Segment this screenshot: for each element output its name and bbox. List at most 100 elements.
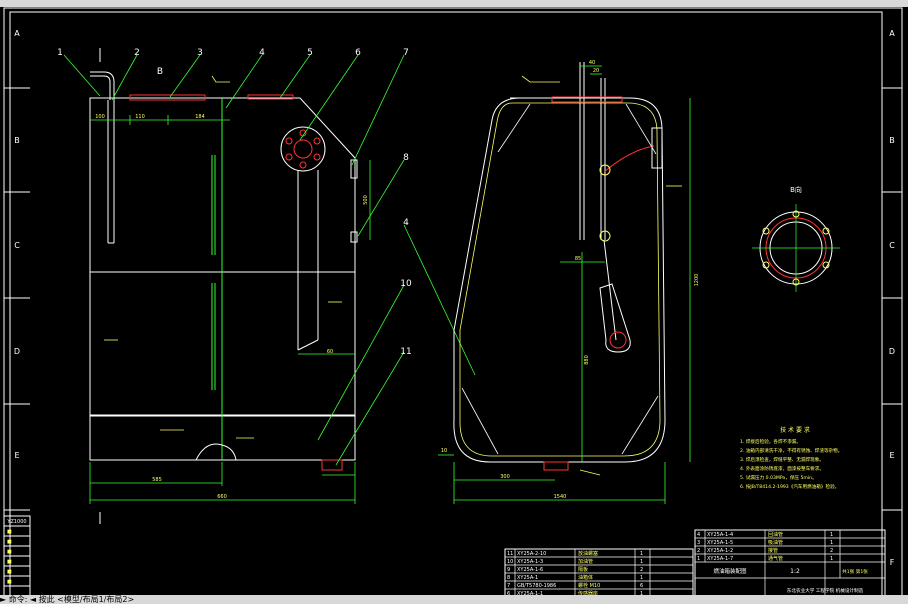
row-letter-right-b: B [889, 136, 895, 145]
svg-text:隔板: 隔板 [578, 566, 588, 573]
callout-3: 3 [197, 48, 203, 58]
left-panel-title: YZ1000 [6, 519, 26, 525]
svg-text:1: 1 [830, 540, 833, 546]
dim-front-1: 100 [95, 114, 105, 120]
svg-text:XY25A-1-5: XY25A-1-5 [707, 540, 733, 546]
callout-10: 10 [400, 279, 412, 289]
drawing-title: 燃油箱装配图 [713, 567, 747, 575]
drawing-scale: 1:2 [790, 568, 800, 575]
left-side-panel: YZ1000 ■ ■ ■ ■ ■ ■ [3, 515, 31, 597]
row-letter-right-f: F [890, 558, 895, 567]
tech-note-5: 5. 试漏压力 0.03MPa，保压 5min。 [740, 474, 817, 481]
row-letter-left-c: C [14, 241, 20, 250]
svg-text:8: 8 [507, 575, 510, 581]
svg-text:XY25A-1-4: XY25A-1-4 [707, 532, 733, 538]
drain-plug [321, 459, 343, 471]
dim-side-7: 300 [500, 474, 510, 480]
svg-text:■: ■ [7, 529, 12, 535]
callout-1: 1 [57, 48, 63, 58]
svg-text:1: 1 [640, 559, 643, 565]
dim-front-6: 585 [152, 477, 162, 483]
dim-side-8: 1540 [554, 494, 567, 500]
svg-text:放油螺塞: 放油螺塞 [578, 550, 598, 557]
svg-text:4: 4 [697, 532, 700, 538]
svg-text:■: ■ [7, 549, 12, 555]
row-letter-left-e: E [14, 451, 19, 460]
dim-side-6: 10 [441, 448, 447, 454]
callout-4: 4 [259, 48, 265, 58]
section-b-label: B向 [790, 185, 802, 194]
front-dimensions [89, 115, 371, 504]
status-bar: ► 命令: ◄ 按此 <模型/布局1/布局2> [0, 595, 908, 604]
tech-note-3: 3. 焊后须检查，焊缝平整、无漏焊现象。 [740, 456, 824, 463]
callout-7: 7 [403, 48, 409, 58]
tech-note-6: 6. 按JB/T8414.2-1993《汽车用燃油箱》检验。 [740, 483, 839, 490]
view-b-marker: B [157, 67, 163, 77]
svg-text:XY25A-1-7: XY25A-1-7 [707, 556, 733, 562]
status-text: ► 命令: ◄ 按此 <模型/布局1/布局2> [0, 595, 135, 604]
svg-text:接管: 接管 [768, 547, 778, 554]
svg-text:通气管: 通气管 [768, 555, 783, 562]
school-name: 东北农业大学 工程学院 机械设计制造 [787, 587, 864, 594]
svg-text:7: 7 [507, 583, 510, 589]
svg-text:10: 10 [507, 559, 513, 565]
svg-text:2: 2 [830, 548, 833, 554]
svg-text:加油管: 加油管 [578, 558, 593, 565]
tech-note-4: 4. 外表面涂防锈底漆，面漆按整车要求。 [740, 465, 824, 472]
svg-text:1: 1 [640, 575, 643, 581]
side-view [453, 62, 666, 471]
callout-2: 2 [134, 48, 140, 58]
drawing-border [3, 7, 903, 603]
cad-drawing-canvas[interactable]: A B C D E A B C D E F YZ1000 ■■■ ■■■ 100… [0, 0, 908, 604]
svg-text:回油管: 回油管 [768, 531, 783, 538]
dim-side-5: 880 [584, 355, 590, 365]
svg-text:6: 6 [640, 583, 643, 589]
svg-text:XY25A-1-2: XY25A-1-2 [707, 548, 733, 554]
row-letter-left-d: D [14, 347, 20, 356]
dim-front-7: 660 [217, 494, 227, 500]
svg-text:11: 11 [507, 551, 513, 557]
svg-text:吸油管: 吸油管 [768, 539, 783, 546]
svg-text:1: 1 [640, 551, 643, 557]
row-letter-left-b: B [14, 136, 20, 145]
dim-side-1: 40 [589, 60, 595, 66]
callout-6: 6 [355, 48, 361, 58]
tech-note-1: 1. 焊接后检验，各焊不渗漏。 [740, 438, 801, 445]
bom-table-left: 11 XY25A-2-10 放油螺塞 1 10 XY25A-1-3 加油管 1 … [504, 548, 694, 598]
left-zone-ticks [4, 87, 30, 511]
right-zone-ticks [882, 87, 902, 511]
tech-note-2: 2. 油箱内部清洗干净，不得有锈蚀、焊渣等杂物。 [740, 447, 842, 454]
svg-text:9: 9 [507, 567, 510, 573]
svg-text:■: ■ [7, 559, 12, 565]
dim-side-3: 85 [575, 256, 581, 262]
svg-text:2: 2 [640, 567, 643, 573]
callout-9: 4 [403, 218, 409, 228]
row-letter-left-a: A [14, 29, 20, 38]
leader-lines [63, 54, 476, 466]
row-letter-right-d: D [889, 347, 895, 356]
svg-text:■: ■ [7, 569, 12, 575]
svg-text:1: 1 [697, 556, 700, 562]
bom-table-right: 4 XY25A-1-4 回油管 1 3 XY25A-1-5 吸油管 1 2 XY… [694, 529, 886, 601]
sheet-label: 共1张 第1张 [842, 568, 868, 575]
svg-text:XY25A-1-3: XY25A-1-3 [517, 559, 543, 565]
svg-text:XY25A-1-6: XY25A-1-6 [517, 567, 543, 573]
svg-text:GB/T5780-1986: GB/T5780-1986 [517, 583, 556, 589]
row-letter-right-c: C [889, 241, 895, 250]
svg-text:1: 1 [830, 532, 833, 538]
dim-front-4: 500 [363, 195, 369, 205]
tech-notes-title: 技 术 要 求 [780, 426, 810, 434]
dim-front-3: 184 [195, 114, 205, 120]
dim-side-4: 1200 [694, 274, 700, 287]
callout-5: 5 [307, 48, 313, 58]
svg-text:2: 2 [697, 548, 700, 554]
row-letter-right-e: E [889, 451, 894, 460]
sender-flange [280, 126, 326, 172]
svg-text:■: ■ [7, 579, 12, 585]
callout-11: 11 [400, 347, 411, 357]
b-view-detail: B向 [752, 185, 840, 292]
technical-requirements: 技 术 要 求 1. 焊接后检验，各焊不渗漏。 2. 油箱内部清洗干净，不得有锈… [740, 426, 842, 490]
svg-text:螺栓 M10: 螺栓 M10 [578, 582, 600, 589]
svg-text:■: ■ [7, 539, 12, 545]
callout-8: 8 [403, 153, 409, 163]
